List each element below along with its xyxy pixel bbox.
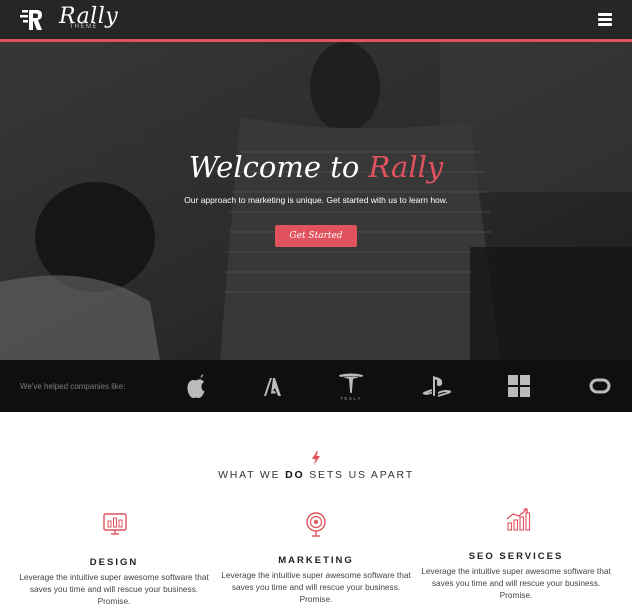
oculus-icon	[589, 378, 611, 394]
hero-section: Welcome to Rally Our approach to marketi…	[0, 42, 632, 360]
apple-icon	[187, 374, 205, 399]
feature-description: Leverage the intuitive super awesome sof…	[221, 570, 411, 604]
hero-title-accent: Rally	[368, 150, 444, 184]
feature-description: Leverage the intuitive super awesome sof…	[19, 572, 209, 606]
windows-icon	[508, 375, 530, 397]
brand-subtitle: THEME	[69, 24, 98, 30]
target-icon	[306, 512, 326, 537]
rally-r-icon[interactable]	[20, 8, 44, 32]
lightning-bolt-icon	[312, 451, 320, 465]
hero-subtitle: Our approach to marketing is unique. Get…	[184, 195, 448, 205]
feature-title: MARKETING	[278, 555, 354, 566]
hero-title: Welcome to Rally	[0, 150, 632, 184]
hamburger-menu-icon[interactable]	[598, 12, 612, 26]
feature-design: DESIGN Leverage the intuitive super awes…	[19, 557, 209, 607]
tesla-wordmark: TESLA	[340, 396, 362, 401]
client-logos-bar: We've helped companies like: TESLA	[0, 360, 632, 412]
feature-description: Leverage the intuitive super awesome sof…	[421, 566, 611, 600]
feature-marketing: MARKETING Leverage the intuitive super a…	[221, 555, 411, 605]
hero-title-prefix: Welcome to	[188, 150, 369, 184]
section-heading: WHAT WE DO SETS US APART	[0, 469, 632, 481]
playstation-icon	[422, 376, 452, 397]
feature-seo-services: SEO SERVICES Leverage the intuitive supe…	[421, 551, 611, 601]
section-heading-part2: SETS US APART	[304, 469, 414, 481]
monitor-chart-icon	[103, 513, 127, 535]
section-heading-part1: WHAT WE	[218, 469, 286, 481]
get-started-button[interactable]: Get Started	[275, 225, 357, 247]
feature-title: DESIGN	[89, 557, 139, 568]
adobe-icon	[264, 378, 281, 396]
client-logos-label: We've helped companies like:	[20, 382, 126, 391]
section-heading-bold: DO	[285, 469, 305, 481]
growth-chart-icon	[506, 508, 531, 531]
site-header: Rally THEME	[0, 0, 632, 40]
feature-title: SEO SERVICES	[468, 551, 564, 562]
